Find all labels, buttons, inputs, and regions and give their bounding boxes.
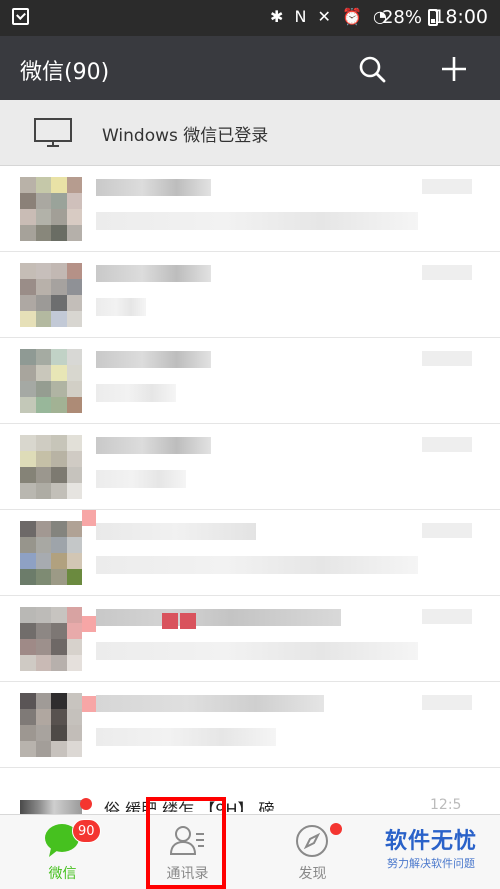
system-status-icons: ✱ N ✕ ⏰ ◔ [269,7,390,26]
tab-discover[interactable]: 发现 [250,815,375,889]
windows-login-notice[interactable]: Windows 微信已登录 [0,100,500,166]
chat-message-blurred [96,556,418,574]
chat-time-blurred [422,437,472,452]
annotation-highlight-box [146,797,226,889]
battery-percent: 28% [381,7,422,28]
new-moments-dot [330,823,342,835]
avatar [20,177,82,241]
login-notice-text: Windows 微信已登录 [102,126,269,146]
chat-row-partial[interactable]: 俗 缓肥 缕乍 【9H】 磅 12:5 [0,797,500,814]
avatar [20,693,82,757]
tab-label: 微信 [48,866,77,882]
blurred-fragment [162,613,178,629]
computer-icon [34,118,72,147]
search-icon[interactable] [356,53,388,85]
avatar [20,800,82,814]
chat-message-blurred [96,212,418,230]
watermark-subtitle: 努力解决软件问题 [387,857,475,870]
chat-message-blurred [96,642,418,660]
chat-message-blurred [96,298,146,316]
blurred-fragment [180,613,196,629]
avatar [20,521,82,585]
chat-row[interactable] [0,338,500,424]
unread-dot [80,798,92,810]
chat-time-blurred [422,523,472,538]
unread-count-badge: 90 [72,819,101,843]
chat-time-blurred [422,265,472,280]
chat-list: 俗 缓肥 缕乍 【9H】 磅 12:5 [0,166,500,814]
status-time: 18:00 [433,6,488,28]
avatar [20,607,82,671]
avatar [20,435,82,499]
chat-name-blurred [96,695,324,712]
tab-label: 发现 [298,866,327,882]
chat-name-blurred [96,609,341,626]
chat-name-blurred [96,265,211,282]
chat-time-blurred [422,609,472,624]
chat-name-blurred [96,523,256,540]
page-title: 微信(90) [20,60,110,85]
chat-row[interactable] [0,424,500,510]
title-bar: 微信(90) [0,36,500,100]
chat-row[interactable] [0,252,500,338]
blurred-badge [82,696,96,712]
watermark-title: 软件无忧 [384,829,477,854]
chat-name-blurred [96,351,211,368]
chat-time-blurred [422,695,472,710]
chat-message-blurred [96,728,276,746]
chat-name-blurred [96,179,211,196]
chat-name-blurred [96,437,211,454]
plus-icon[interactable] [438,53,470,85]
chat-row[interactable] [0,682,500,768]
chat-row[interactable] [0,166,500,252]
checkbox-notification-icon [12,8,29,25]
avatar [20,349,82,413]
chat-time-blurred [422,179,472,194]
status-bar: ✱ N ✕ ⏰ ◔ 28% 18:00 [0,0,500,36]
chat-time-blurred [422,351,472,366]
chat-time: 12:5 [430,797,462,813]
compass-icon [296,825,328,857]
blurred-badge [82,616,96,632]
avatar [20,263,82,327]
tab-chats[interactable]: 90 微信 [0,815,125,889]
chat-row[interactable] [0,510,500,596]
chat-message-blurred [96,384,176,402]
chat-message-blurred [96,470,186,488]
watermark-logo: 软件无忧 努力解决软件问题 [372,828,490,878]
blurred-badge [82,510,96,526]
chat-row[interactable] [0,596,500,682]
